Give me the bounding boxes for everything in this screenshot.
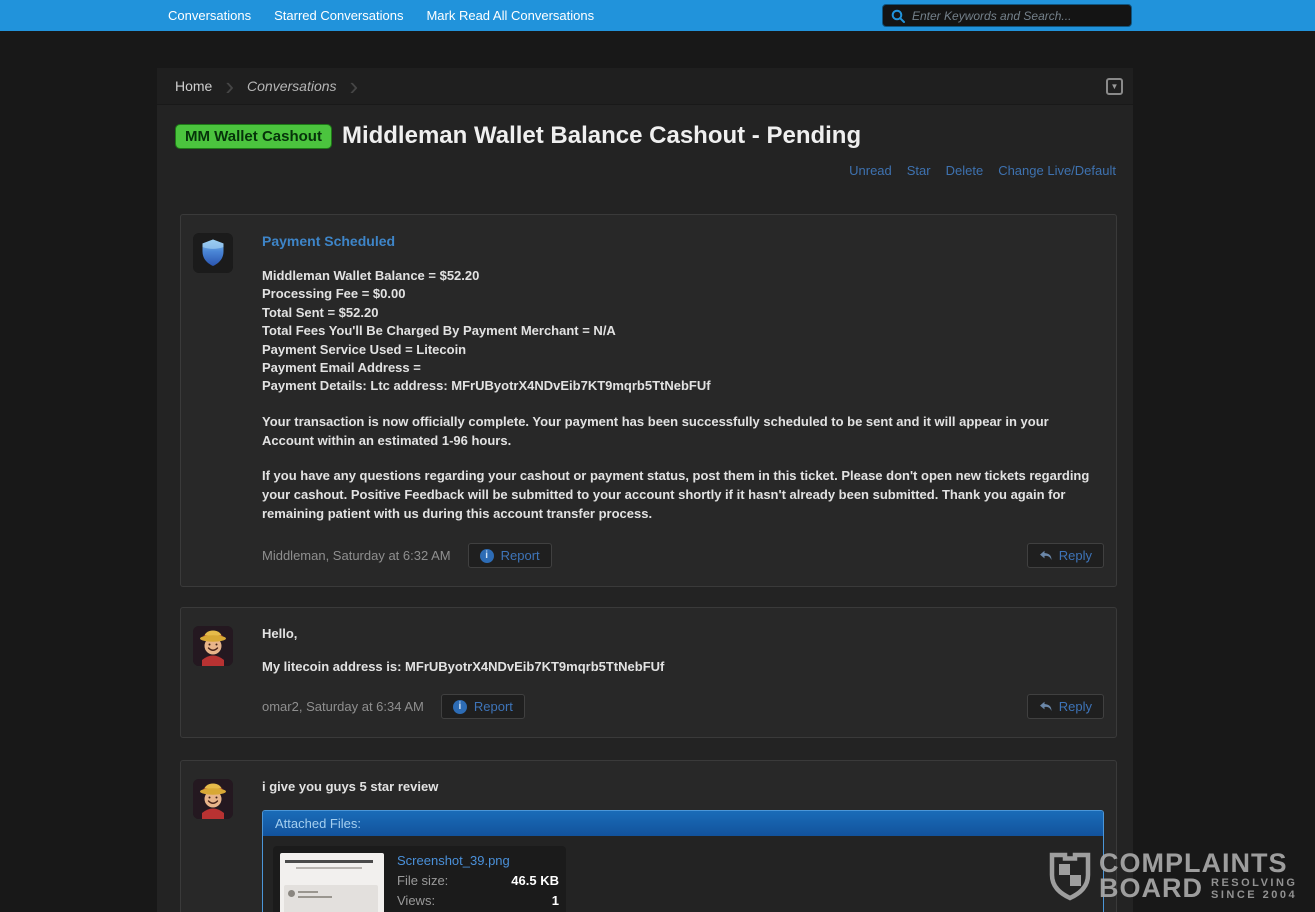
breadcrumb: Home › Conversations › ▼ [157,68,1133,105]
nav-links: Conversations Starred Conversations Mark… [168,8,594,23]
nav-starred-conversations[interactable]: Starred Conversations [274,8,403,23]
action-delete[interactable]: Delete [946,163,984,178]
message-text: Hello, [262,626,1104,641]
reply-label: Reply [1059,548,1092,563]
thread-header: MM Wallet Cashout Middleman Wallet Balan… [175,122,1133,150]
reply-button[interactable]: Reply [1027,694,1104,719]
message-content: i give you guys 5 star review Attached F… [262,779,1104,912]
report-button[interactable]: i Report [441,694,525,719]
report-label: Report [501,548,540,563]
watermark-text: COMPLAINTS BOARD RESOLVING SINCE 2004 [1099,851,1297,901]
detail-line: Total Sent = $52.20 [262,304,1104,322]
message-content: Payment Scheduled Middleman Wallet Balan… [262,233,1104,568]
page-title: Middleman Wallet Balance Cashout - Pendi… [342,122,861,150]
action-unread[interactable]: Unread [849,163,892,178]
message-heading: Payment Scheduled [262,233,1104,249]
detail-line: Payment Details: Ltc address: MFrUByotrX… [262,377,1104,395]
top-navbar: Conversations Starred Conversations Mark… [0,0,1315,31]
main-content: Home › Conversations › ▼ MM Wallet Casho… [157,68,1133,912]
detail-line: Middleman Wallet Balance = $52.20 [262,267,1104,285]
reply-arrow-icon [1039,550,1052,561]
thread-actions: Unread Star Delete Change Live/Default [157,163,1116,178]
attached-files-body: Screenshot_39.png File size: 46.5 KB Vie… [263,836,1103,912]
thumb-text-line [285,860,373,863]
quick-nav-button[interactable]: ▼ [1106,78,1123,95]
chevron-right-icon: › [350,71,359,101]
watermark-tagline2: SINCE 2004 [1211,889,1297,901]
views-label: Views: [397,893,435,908]
attachment-file-link[interactable]: Screenshot_39.png [397,853,510,868]
search-box[interactable] [882,4,1132,27]
action-change-live-default[interactable]: Change Live/Default [998,163,1116,178]
message-paragraph: If you have any questions regarding your… [262,467,1097,523]
detail-line: Payment Email Address = [262,359,1104,377]
report-button[interactable]: i Report [468,543,552,568]
attachment-row: Views: 1 [397,893,559,908]
thumb-text-line [296,867,362,869]
message-text: i give you guys 5 star review [262,779,1104,794]
message-meta: Middleman, Saturday at 6:32 AM [262,548,451,563]
file-size-label: File size: [397,873,448,888]
info-icon: i [453,700,467,714]
message-post: Hello, My litecoin address is: MFrUByotr… [180,607,1117,738]
detail-line: Processing Fee = $0.00 [262,285,1104,303]
nav-mark-read-all[interactable]: Mark Read All Conversations [426,8,594,23]
watermark-line2: BOARD [1099,876,1203,901]
message-footer: omar2, Saturday at 6:34 AM i Report Repl… [262,694,1104,719]
avatar[interactable] [193,779,233,819]
shield-icon [193,233,233,273]
message-text: My litecoin address is: MFrUByotrX4NDvEi… [262,659,1104,674]
detail-line: Payment Service Used = Litecoin [262,341,1104,359]
luffy-avatar-icon [193,626,233,666]
thumb-text-line [298,896,332,898]
file-size-value: 46.5 KB [511,873,559,888]
search-input[interactable] [912,9,1123,23]
thread-prefix-badge[interactable]: MM Wallet Cashout [175,124,332,149]
reply-arrow-icon [1039,701,1052,712]
detail-line: Total Fees You'll Be Charged By Payment … [262,322,1104,340]
attached-files-panel: Attached Files: [262,810,1104,912]
breadcrumb-home[interactable]: Home [175,78,212,94]
action-star[interactable]: Star [907,163,931,178]
avatar[interactable] [193,626,233,666]
reply-button[interactable]: Reply [1027,543,1104,568]
watermark-tagline: RESOLVING SINCE 2004 [1211,877,1297,901]
message-footer: Middleman, Saturday at 6:32 AM i Report … [262,543,1104,568]
attachment-item: Screenshot_39.png File size: 46.5 KB Vie… [273,846,566,912]
message-meta: omar2, Saturday at 6:34 AM [262,699,424,714]
info-icon: i [480,549,494,563]
chevron-right-icon: › [225,71,234,101]
breadcrumb-conversations[interactable]: Conversations [247,78,337,94]
report-label: Report [474,699,513,714]
message-paragraph: Your transaction is now officially compl… [262,413,1097,450]
thumb-text-line [298,891,318,893]
reply-label: Reply [1059,699,1092,714]
payment-details: Middleman Wallet Balance = $52.20 Proces… [262,267,1104,396]
watermark-tagline1: RESOLVING [1211,877,1297,889]
attachment-thumbnail[interactable] [280,853,384,912]
attachment-row: File size: 46.5 KB [397,873,559,888]
luffy-avatar-icon [193,779,233,819]
avatar[interactable] [193,233,233,273]
nav-conversations[interactable]: Conversations [168,8,251,23]
message-post: Payment Scheduled Middleman Wallet Balan… [180,214,1117,587]
message-post: i give you guys 5 star review Attached F… [180,760,1117,912]
search-icon [891,9,905,23]
thumb-avatar-dot [288,890,295,897]
attached-files-header: Attached Files: [263,811,1103,836]
message-content: Hello, My litecoin address is: MFrUByotr… [262,626,1104,719]
attachment-details: Screenshot_39.png File size: 46.5 KB Vie… [397,853,559,912]
complaintsboard-watermark: COMPLAINTS BOARD RESOLVING SINCE 2004 [1048,851,1297,902]
complaintsboard-shield-icon [1048,851,1092,902]
thumb-card [284,885,378,912]
views-value: 1 [552,893,559,908]
